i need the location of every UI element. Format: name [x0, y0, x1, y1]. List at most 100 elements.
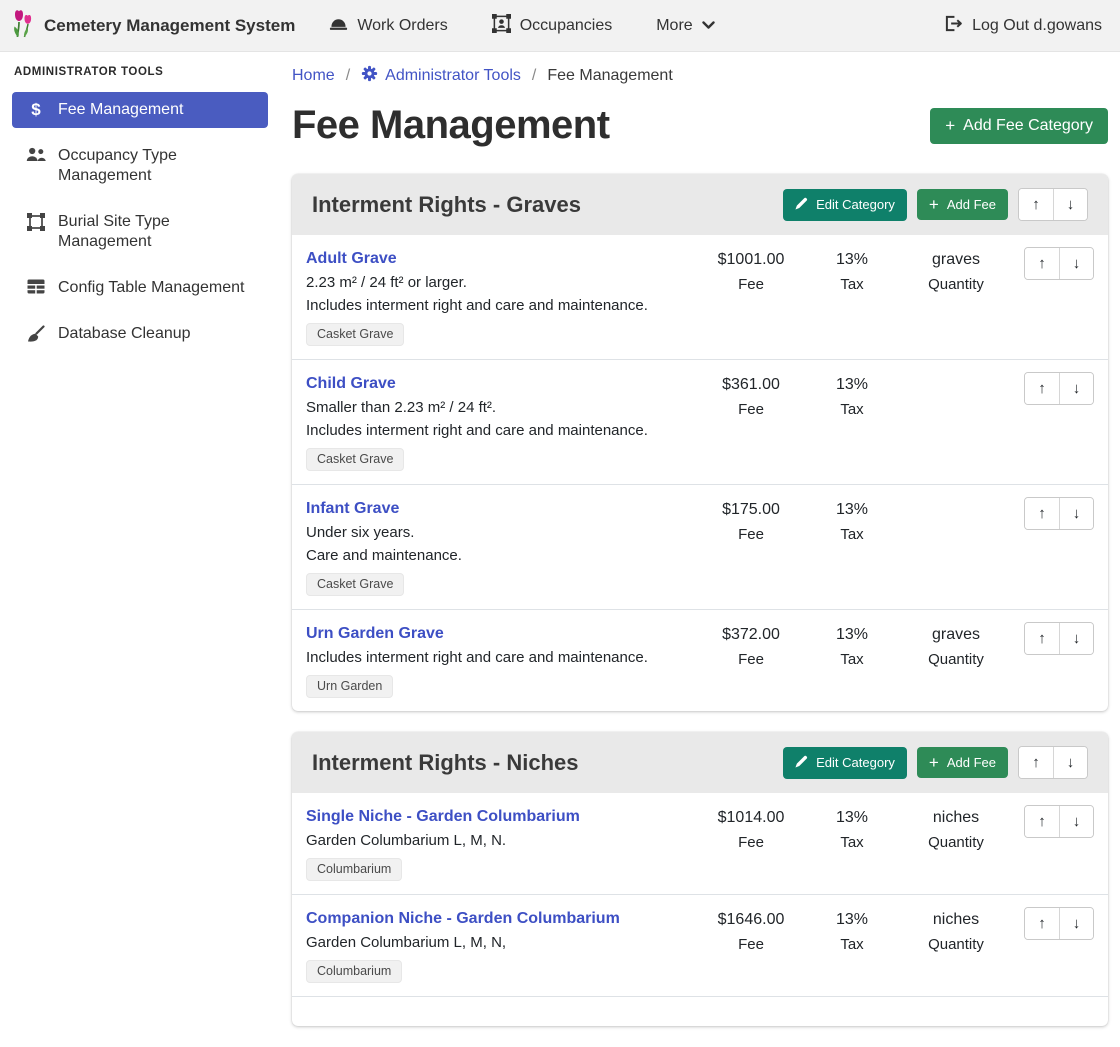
fee-move-up-button[interactable]: ↑ [1025, 498, 1059, 529]
arrow-up-icon: ↑ [1038, 255, 1046, 272]
arrow-down-icon: ↓ [1067, 754, 1075, 771]
fee-description: Includes interment right and care and ma… [306, 419, 698, 442]
fee-move-up-button[interactable]: ↑ [1025, 806, 1059, 837]
fee-type-badge: Urn Garden [306, 675, 393, 698]
frame-corners-icon [24, 213, 48, 231]
nav-more[interactable]: More [656, 17, 714, 35]
breadcrumb: Home / Administrat [292, 65, 1108, 87]
fee-reorder-group: ↑ ↓ [1024, 497, 1094, 530]
arrow-up-icon: ↑ [1038, 630, 1046, 647]
sidebar-item-label: Database Cleanup [58, 324, 191, 344]
fee-amount: $1646.00 [698, 908, 804, 932]
fee-move-up-button[interactable]: ↑ [1025, 908, 1059, 939]
arrow-up-icon: ↑ [1038, 915, 1046, 932]
app-brand[interactable]: Cemetery Management System [12, 8, 295, 43]
fee-move-down-button[interactable]: ↓ [1059, 623, 1093, 654]
nav-work-orders[interactable]: Work Orders [329, 16, 447, 36]
fee-amount: $361.00 [698, 373, 804, 397]
fee-name-link[interactable]: Urn Garden Grave [306, 622, 444, 646]
add-fee-category-button[interactable]: + Add Fee Category [930, 108, 1108, 144]
table-icon [24, 279, 48, 294]
fee-tax-column: 13% Tax [804, 907, 900, 957]
sidebar: ADMINISTRATOR TOOLS $ Fee Management Occ… [0, 52, 280, 362]
fee-quantity-column: niches Quantity [900, 805, 1012, 855]
fee-move-up-button[interactable]: ↑ [1025, 623, 1059, 654]
category-reorder-group: ↑ ↓ [1018, 188, 1088, 221]
sidebar-item-database-cleanup[interactable]: Database Cleanup [12, 316, 268, 352]
add-fee-button[interactable]: + Add Fee [917, 747, 1008, 778]
nav-occupancies[interactable]: Occupancies [492, 14, 613, 38]
fee-name-link[interactable]: Single Niche - Garden Columbarium [306, 805, 580, 829]
category-move-down-button[interactable]: ↓ [1053, 747, 1087, 778]
fee-move-down-button[interactable]: ↓ [1059, 373, 1093, 404]
fee-category-card: Interment Rights - Niches Edit Category [292, 732, 1108, 1026]
fee-move-down-button[interactable]: ↓ [1059, 806, 1093, 837]
plus-icon: + [945, 119, 955, 132]
fee-tax: 13% [804, 908, 900, 932]
pencil-icon [795, 755, 808, 771]
fee-move-down-button[interactable]: ↓ [1059, 908, 1093, 939]
category-move-up-button[interactable]: ↑ [1019, 189, 1053, 220]
breadcrumb-separator: / [346, 67, 350, 85]
fee-move-down-button[interactable]: ↓ [1059, 498, 1093, 529]
sidebar-item-label: Occupancy Type Management [58, 146, 256, 186]
logout-label: Log Out d.gowans [972, 17, 1102, 35]
breadcrumb-administrator-tools-link[interactable]: Administrator Tools [361, 65, 521, 87]
edit-category-button[interactable]: Edit Category [783, 189, 907, 221]
app-title: Cemetery Management System [44, 16, 295, 36]
category-move-up-button[interactable]: ↑ [1019, 747, 1053, 778]
nav-occupancies-label: Occupancies [520, 17, 613, 35]
fee-quantity-label: Quantity [900, 648, 1012, 672]
fee-tax-label: Tax [804, 523, 900, 547]
fee-category-header: Interment Rights - Niches Edit Category [292, 732, 1108, 793]
add-fee-button[interactable]: + Add Fee [917, 189, 1008, 220]
fee-amount: $175.00 [698, 498, 804, 522]
sidebar-item-occupancy-type-management[interactable]: Occupancy Type Management [12, 138, 268, 194]
fee-quantity: graves [900, 623, 1012, 647]
breadcrumb-current-page: Fee Management [547, 67, 672, 85]
fee-tax: 13% [804, 623, 900, 647]
top-navbar: Cemetery Management System Work Orders O… [0, 0, 1120, 52]
fee-quantity: niches [900, 908, 1012, 932]
fee-amount: $1001.00 [698, 248, 804, 272]
fee-amount-label: Fee [698, 933, 804, 957]
fee-descriptions: Garden Columbarium L, M, N. [306, 829, 698, 852]
sidebar-item-label: Fee Management [58, 100, 183, 120]
fee-description: Includes interment right and care and ma… [306, 646, 698, 669]
fee-amount-label: Fee [698, 523, 804, 547]
sidebar-item-fee-management[interactable]: $ Fee Management [12, 92, 268, 128]
people-icon [24, 147, 48, 162]
fee-type-badge: Columbarium [306, 858, 402, 881]
fee-quantity: graves [900, 248, 1012, 272]
fee-move-down-button[interactable]: ↓ [1059, 248, 1093, 279]
fee-category-card: Interment Rights - Graves Edit Category [292, 174, 1108, 711]
fee-name-link[interactable]: Adult Grave [306, 247, 397, 271]
fee-description: Garden Columbarium L, M, N. [306, 829, 698, 852]
fee-amount-label: Fee [698, 831, 804, 855]
fee-quantity-column [900, 372, 1012, 374]
sidebar-item-config-table-management[interactable]: Config Table Management [12, 270, 268, 306]
arrow-down-icon: ↓ [1073, 380, 1081, 397]
fee-tax-column: 13% Tax [804, 497, 900, 547]
fee-type-badge: Casket Grave [306, 573, 404, 596]
fee-tax-label: Tax [804, 933, 900, 957]
fee-name-link[interactable]: Child Grave [306, 372, 396, 396]
edit-category-button[interactable]: Edit Category [783, 747, 907, 779]
plus-icon: + [929, 198, 939, 211]
logout-link[interactable]: Log Out d.gowans [944, 15, 1102, 37]
arrow-up-icon: ↑ [1038, 505, 1046, 522]
fee-descriptions: Smaller than 2.23 m² / 24 ft². Includes … [306, 396, 698, 442]
fee-name-link[interactable]: Companion Niche - Garden Columbarium [306, 907, 620, 931]
sidebar-item-burial-site-type-management[interactable]: Burial Site Type Management [12, 204, 268, 260]
category-move-down-button[interactable]: ↓ [1053, 189, 1087, 220]
fee-tax-label: Tax [804, 831, 900, 855]
breadcrumb-home-link[interactable]: Home [292, 67, 335, 85]
fee-reorder-group: ↑ ↓ [1024, 907, 1094, 940]
fee-row: Child Grave Smaller than 2.23 m² / 24 ft… [292, 359, 1108, 484]
main-content: Home / Administrat [280, 52, 1120, 1047]
fee-descriptions: 2.23 m² / 24 ft² or larger. Includes int… [306, 271, 698, 317]
fee-name-link[interactable]: Infant Grave [306, 497, 399, 521]
fee-description: Under six years. [306, 521, 698, 544]
fee-move-up-button[interactable]: ↑ [1025, 248, 1059, 279]
fee-move-up-button[interactable]: ↑ [1025, 373, 1059, 404]
